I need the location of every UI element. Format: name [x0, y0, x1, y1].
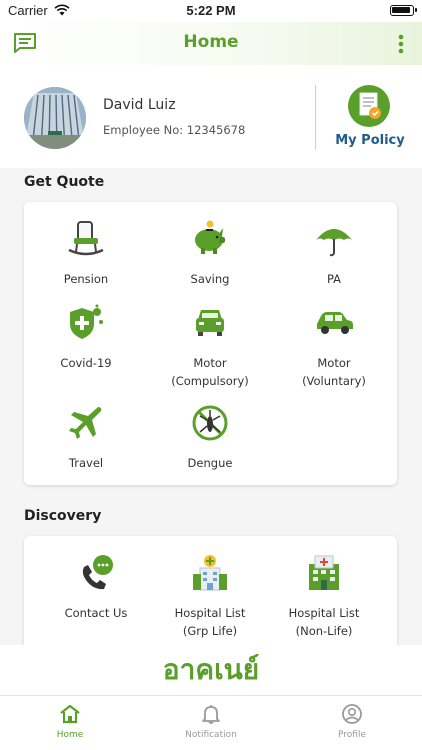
quote-label: Dengue [187, 456, 233, 470]
quote-label: Motor (Compulsory) [171, 356, 249, 388]
bottom-tab-bar: Home Notification Profile [0, 695, 422, 750]
hospital-building-icon [262, 552, 386, 594]
document-icon [348, 85, 390, 127]
battery-icon [390, 5, 417, 16]
tab-home-label: Home [56, 730, 84, 740]
discovery-label: Hospital List (Non-Life) [288, 606, 360, 638]
quote-label: Saving [190, 272, 230, 286]
get-quote-title: Get Quote [24, 174, 105, 190]
employee-number: Employee No: 12345678 [103, 123, 246, 137]
tab-notification[interactable]: Notification [141, 704, 281, 740]
discovery-item-hospital-grp-life[interactable]: Hospital List (Grp Life) [148, 552, 272, 640]
quote-label: Motor (Voluntary) [302, 356, 366, 388]
discovery-item-hospital-non-life[interactable]: Hospital List (Non-Life) [262, 552, 386, 640]
my-policy-button[interactable]: My Policy [330, 85, 410, 153]
brand-logo-text: อาคเนย์ [162, 653, 260, 686]
home-content: David Luiz Employee No: 12345678 My Poli… [0, 65, 422, 695]
discovery-title: Discovery [24, 508, 102, 524]
discovery-label: Hospital List (Grp Life) [174, 606, 246, 638]
quote-label: Pension [63, 272, 109, 286]
get-quote-card: Pension Saving PA Covid-19 Motor (Compul… [24, 202, 397, 485]
top-nav-bar: Home [0, 22, 422, 65]
avatar [24, 87, 86, 149]
clock: 5:22 PM [186, 3, 236, 18]
page-title: Home [183, 32, 239, 52]
quote-item-covid[interactable]: Covid-19 [24, 302, 148, 372]
quote-item-saving[interactable]: Saving [148, 218, 272, 288]
quote-item-travel[interactable]: Travel [24, 402, 148, 472]
profile-icon [341, 704, 363, 728]
hospital-icon [148, 552, 272, 594]
rocking-chair-icon [24, 218, 148, 260]
mosquito-icon [148, 402, 272, 444]
tab-profile-label: Profile [338, 730, 366, 740]
airplane-icon [24, 402, 148, 444]
phone-chat-icon [34, 552, 158, 594]
tab-home[interactable]: Home [0, 704, 140, 740]
bell-icon [200, 705, 222, 728]
brand-logo: อาคเนย์ [0, 645, 422, 695]
umbrella-icon [272, 218, 396, 260]
divider [315, 85, 316, 150]
quote-item-dengue[interactable]: Dengue [148, 402, 272, 472]
quote-label: Covid-19 [60, 356, 112, 370]
discovery-item-contact-us[interactable]: Contact Us [34, 552, 158, 622]
quote-label: Travel [68, 456, 104, 470]
status-bar: Carrier 5:22 PM [0, 0, 422, 22]
tab-notification-label: Notification [185, 730, 237, 740]
employee-name: David Luiz [103, 97, 176, 113]
shield-plus-icon [24, 302, 148, 344]
profile-header: David Luiz Employee No: 12345678 My Poli… [0, 65, 422, 168]
piggy-bank-icon [148, 218, 272, 260]
tab-profile[interactable]: Profile [282, 704, 422, 740]
more-vert-icon[interactable] [398, 34, 404, 58]
my-policy-label: My Policy [335, 133, 405, 148]
quote-item-motor-compulsory[interactable]: Motor (Compulsory) [148, 302, 272, 390]
quote-item-motor-voluntary[interactable]: Motor (Voluntary) [272, 302, 396, 390]
discovery-card: Contact Us Hospital List (Grp Life) Hosp… [24, 536, 397, 656]
car-side-icon [272, 302, 396, 344]
discovery-label: Contact Us [64, 606, 128, 620]
home-icon [59, 704, 81, 728]
car-icon [148, 302, 272, 344]
quote-label: PA [326, 272, 342, 286]
quote-item-pa[interactable]: PA [272, 218, 396, 288]
quote-item-pension[interactable]: Pension [24, 218, 148, 288]
